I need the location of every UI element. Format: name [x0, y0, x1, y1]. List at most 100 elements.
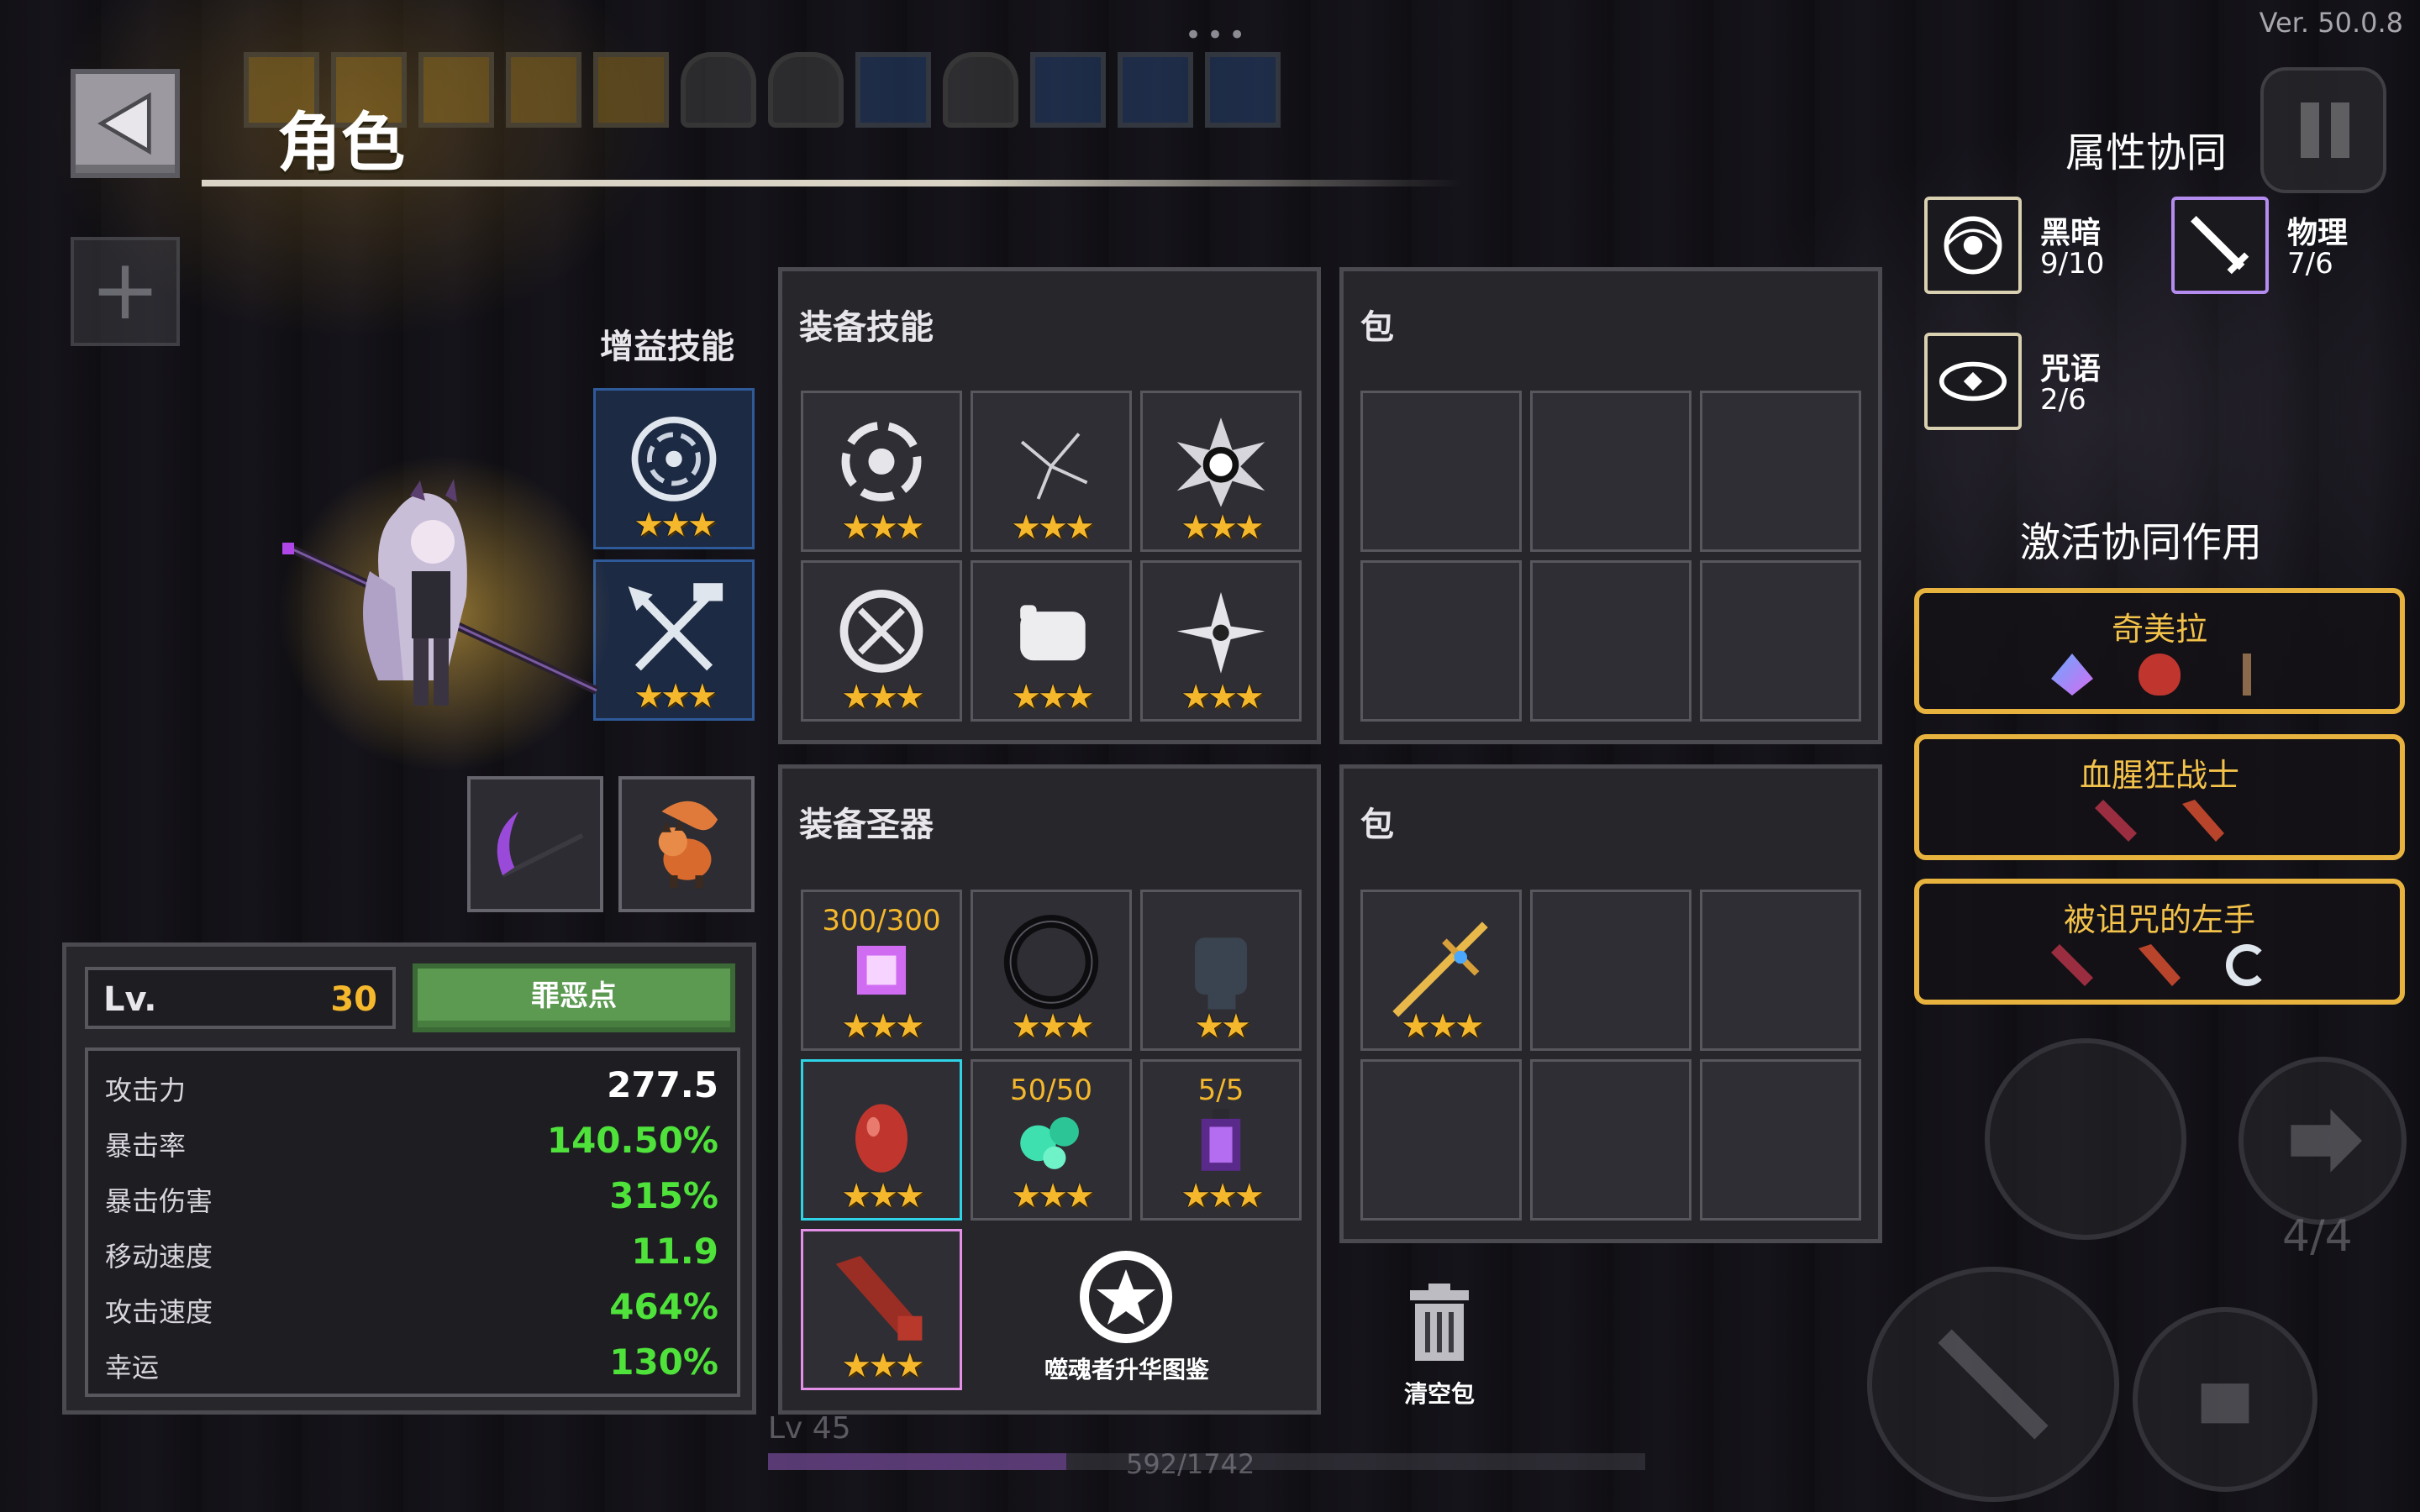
- attack-button[interactable]: [1867, 1267, 2119, 1502]
- stat-label: 暴击率: [105, 1130, 187, 1162]
- relic-slot[interactable]: 5/5 ★★★: [1140, 1059, 1302, 1221]
- bag-slot[interactable]: [1530, 391, 1691, 552]
- stats-list: 攻击力 277.5 暴击率 140.50% 暴击伤害 315% 移动速度 11.…: [85, 1047, 740, 1397]
- bag-slot[interactable]: [1700, 890, 1861, 1051]
- synergy-card[interactable]: 血腥狂战士: [1914, 734, 2405, 860]
- exp-level-label: Lv 45: [768, 1411, 851, 1446]
- dash-button[interactable]: [2238, 1057, 2407, 1225]
- sin-points-button[interactable]: 罪恶点: [413, 963, 735, 1032]
- star-rating: ★★★: [634, 677, 718, 716]
- bag-slot[interactable]: [1530, 560, 1691, 722]
- stat-row: 攻击速度 464%: [88, 1283, 735, 1338]
- buff-skill-slot[interactable]: ★★★: [593, 388, 755, 549]
- winged-boot-icon: [2201, 1383, 2249, 1424]
- synergy-card[interactable]: 被诅咒的左手: [1914, 879, 2405, 1005]
- codex-star-icon[interactable]: [1080, 1251, 1172, 1343]
- dark-eye-icon[interactable]: [1924, 197, 2022, 294]
- synergy-card[interactable]: 奇美拉: [1914, 588, 2405, 714]
- star-rating: ★★★: [1011, 1007, 1095, 1046]
- trash-icon[interactable]: [1402, 1282, 1477, 1366]
- add-button[interactable]: +: [71, 237, 180, 346]
- stat-row: 攻击力 277.5: [88, 1061, 735, 1116]
- star-rating: ★★★: [841, 1007, 925, 1046]
- synergy-value: 7/6: [2287, 247, 2333, 281]
- stat-label: 暴击伤害: [105, 1185, 213, 1217]
- buff-skills-title: 增益技能: [600, 328, 734, 366]
- bag-slot[interactable]: [1530, 890, 1691, 1051]
- relic-slot[interactable]: 50/50 ★★★: [971, 1059, 1132, 1221]
- bag-title: 包: [1360, 308, 1394, 347]
- stat-label: 移动速度: [105, 1241, 213, 1273]
- relic-slot[interactable]: ★★★: [801, 1229, 962, 1390]
- star-rating: ★★★: [1181, 508, 1265, 547]
- codex-label[interactable]: 噬魂者升华图鉴: [1034, 1352, 1219, 1385]
- star-rating: ★★★: [841, 678, 925, 717]
- blade-icon: [2051, 944, 2093, 986]
- star-rating: ★★★: [1181, 678, 1265, 717]
- scythe-icon: [497, 811, 584, 878]
- stat-value: 11.9: [631, 1231, 718, 1272]
- equip-skills-title: 装备技能: [799, 308, 934, 347]
- stat-row: 移动速度 11.9: [88, 1227, 735, 1283]
- synergy-value: 2/6: [2040, 383, 2086, 417]
- sword-icon[interactable]: [2171, 197, 2269, 294]
- skill-slot[interactable]: ★★★: [1140, 391, 1302, 552]
- synergy-name: 黑暗: [2040, 216, 2102, 250]
- synergy-name: 物理: [2287, 216, 2349, 250]
- relic-slot[interactable]: ★★★: [971, 890, 1132, 1051]
- stat-row: 幸运 130%: [88, 1338, 735, 1394]
- relic-slot[interactable]: ★★★: [801, 1059, 962, 1221]
- weapon-slot[interactable]: [467, 776, 603, 912]
- pet-slot[interactable]: [618, 776, 755, 912]
- relic-slot[interactable]: ★★: [1140, 890, 1302, 1051]
- skill-slot[interactable]: ★★★: [971, 560, 1132, 722]
- bag-slot[interactable]: [1360, 391, 1522, 552]
- stat-row: 暴击伤害 315%: [88, 1172, 735, 1227]
- buff-skill-slot[interactable]: ★★★: [593, 559, 755, 721]
- page-title: 角色: [277, 105, 405, 180]
- synergy-name: 咒语: [2040, 352, 2102, 386]
- star-rating: ★★★: [1011, 508, 1095, 547]
- skill-slot[interactable]: ★★★: [801, 560, 962, 722]
- bag-panel-bottom: 包 ★★★: [1339, 764, 1882, 1243]
- bag-slot[interactable]: ★★★: [1360, 890, 1522, 1051]
- stat-value: 130%: [609, 1341, 718, 1383]
- back-button[interactable]: [71, 69, 180, 178]
- hook-icon: [2226, 944, 2268, 986]
- skill-slot[interactable]: ★★★: [971, 391, 1132, 552]
- relic-slot[interactable]: 300/300 ★★★: [801, 890, 962, 1051]
- star-rating: ★★★: [1011, 1177, 1095, 1215]
- active-synergy-title: 激活协同作用: [2020, 519, 2263, 566]
- jump-button[interactable]: [2133, 1307, 2317, 1492]
- rune-eye-icon[interactable]: [1924, 333, 2022, 430]
- bag-slot[interactable]: [1700, 1059, 1861, 1221]
- bag-panel-top: 包: [1339, 267, 1882, 744]
- star-rating: ★★★: [841, 508, 925, 547]
- blade-icon: [2095, 800, 2137, 842]
- stat-label: 攻击力: [105, 1074, 187, 1106]
- star-rating: ★★★: [1181, 1177, 1265, 1215]
- level-label: Lv.: [103, 980, 157, 1019]
- stat-value: 140.50%: [546, 1120, 718, 1161]
- clear-bag-label[interactable]: 清空包: [1385, 1376, 1494, 1410]
- arm-icon: [2182, 800, 2224, 842]
- pause-button[interactable]: [2260, 67, 2386, 193]
- bag-slot[interactable]: [1530, 1059, 1691, 1221]
- skill-slot[interactable]: ★★★: [801, 391, 962, 552]
- level-value: 30: [330, 980, 377, 1019]
- equip-relics-title: 装备圣器: [799, 806, 934, 844]
- title-underline: [202, 180, 1462, 186]
- bag-slot[interactable]: [1360, 560, 1522, 722]
- skill-dial[interactable]: [1985, 1038, 2186, 1240]
- stat-value: 277.5: [607, 1064, 718, 1105]
- skill-slot[interactable]: ★★★: [1140, 560, 1302, 722]
- stat-label: 攻击速度: [105, 1296, 213, 1328]
- bag-slot[interactable]: [1700, 391, 1861, 552]
- star-rating: ★★★: [634, 506, 718, 544]
- stat-value: 315%: [609, 1175, 718, 1216]
- bag-slot[interactable]: [1700, 560, 1861, 722]
- bag-slot[interactable]: [1360, 1059, 1522, 1221]
- arm-icon: [2139, 944, 2181, 986]
- top-dots: •••: [1185, 18, 1251, 52]
- equip-skills-panel: 装备技能 ★★★ ★★★ ★★★ ★★★ ★★★ ★★★: [778, 267, 1321, 744]
